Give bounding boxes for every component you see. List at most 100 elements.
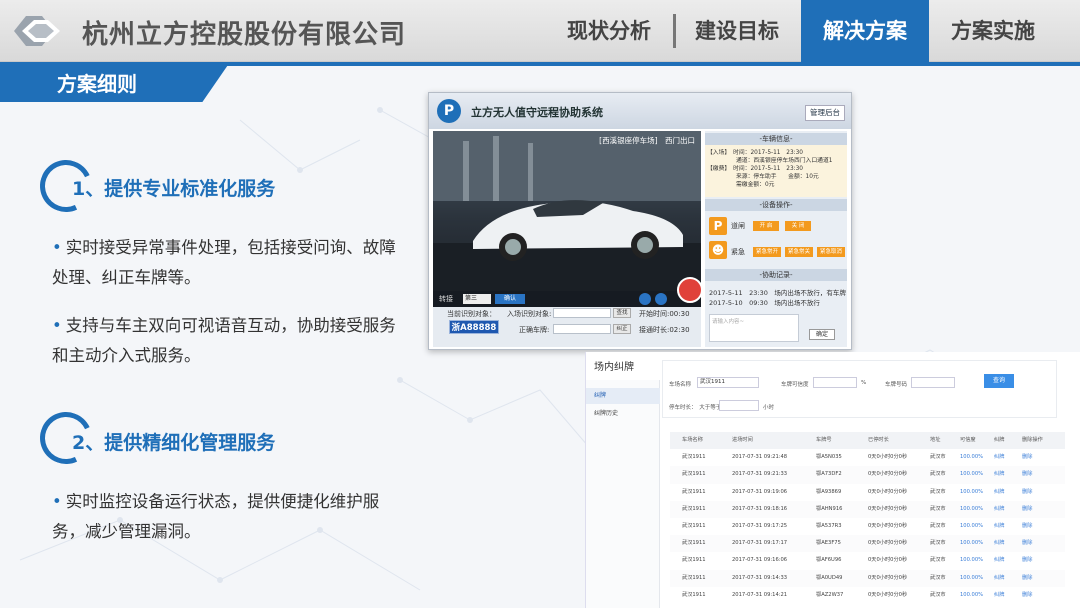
correct-link[interactable]: 纠牌 [994, 552, 1004, 569]
delete-link[interactable]: 删除 [1022, 587, 1032, 604]
hangup-phone-icon[interactable] [677, 277, 703, 303]
correct-plate-input[interactable] [553, 324, 611, 334]
note-submit-button[interactable]: 确定 [809, 329, 835, 340]
similarity-label: 车牌可信度 [781, 382, 809, 388]
correct-link[interactable]: 纠牌 [994, 587, 1004, 604]
section-2-bullet-1: • 实时监控设备运行状态，提供便捷化维护服务，减少管理漏洞。 [52, 492, 380, 541]
table-column-header: 已停时长 [868, 437, 889, 443]
note-textarea[interactable]: 请输入内容~ [709, 314, 799, 342]
table-cell: 武汉1911 [682, 454, 706, 461]
table-cell: 0天0小时0分0秒 [868, 454, 908, 461]
nav-tab-construction-goals[interactable]: 建设目标 [673, 0, 801, 62]
table-row: 武汉1911 2017-07-31 09:16:06 鄂AF6U96 0天0小时0分0… [670, 552, 1065, 569]
filter-panel: 车场名称 武汉1911 车牌可信度 % 车牌号码 停车时长： 大于等于 小时 [662, 360, 1057, 418]
start-time: 开始时间:00:30 [639, 310, 690, 318]
table-cell: 0天0小时0分0秒 [868, 557, 908, 564]
correct-link[interactable]: 纠牌 [994, 570, 1004, 587]
correct-link[interactable]: 纠牌 [994, 484, 1004, 501]
sidebar-item-history[interactable]: 纠牌历史 [594, 408, 618, 417]
table-cell: 2017-07-31 09:17:25 [732, 523, 788, 529]
transfer-select[interactable]: 第三 [463, 294, 491, 304]
lot-name-label: 车场名称 [669, 382, 692, 388]
percent-unit: % [861, 380, 867, 386]
plate-correction-title: 场内纠牌 [594, 362, 634, 373]
table-cell: 100.00% [960, 454, 984, 461]
correct-button[interactable]: 纠正 [613, 324, 631, 334]
correct-link[interactable]: 纠牌 [994, 518, 1004, 535]
stay-duration-input[interactable] [719, 400, 759, 411]
emergency-open-button[interactable]: 紧急常开 [753, 247, 781, 257]
hour-unit: 小时 [763, 405, 775, 411]
table-cell: 2017-07-31 09:14:21 [732, 591, 788, 598]
plate-number-input[interactable] [911, 377, 955, 388]
gate-close-button[interactable]: 关 闭 [785, 221, 811, 231]
table-header-row: 车场名称 进场时间 车牌号 已停时长 地址 可信度 纠牌 删除操作 [670, 432, 1065, 450]
vehicle-info-line: 需缴金额：0元 [707, 182, 775, 188]
table-column-header: 进场时间 [732, 437, 753, 443]
assist-log-item: 2017-5-11 23:30 场内出场不放行，有车牌 [709, 289, 846, 297]
table-cell: 0天0小时0分0秒 [868, 505, 908, 512]
table-cell: 武汉市 [930, 488, 946, 495]
vehicle-info-header: -车辆信息- [705, 133, 847, 145]
delete-link[interactable]: 删除 [1022, 570, 1032, 587]
table-cell: 2017-07-31 09:14:33 [732, 574, 788, 581]
table-cell: 2017-07-31 09:16:06 [732, 557, 788, 564]
table-cell: 鄂A73DF2 [816, 471, 842, 478]
table-cell: 武汉市 [930, 574, 946, 581]
top-nav: 现状分析 建设目标 解决方案 方案实施 [545, 0, 1057, 62]
filter-query-button[interactable]: 查询 [984, 374, 1014, 388]
delete-link[interactable]: 删除 [1022, 552, 1032, 569]
table-row: 武汉1911 2017-07-31 09:17:17 鄂AE3F75 0天0小时0分0… [670, 535, 1065, 553]
delete-link[interactable]: 删除 [1022, 501, 1032, 518]
table-cell: 2017-07-31 09:17:17 [732, 540, 788, 547]
query-button[interactable]: 查找 [613, 308, 631, 318]
assist-log-item: 2017-5-10 09:30 场内出场不放行 [709, 299, 820, 307]
correct-link[interactable]: 纠牌 [994, 466, 1004, 483]
section-title: 方案细则 [57, 72, 137, 96]
delete-link[interactable]: 删除 [1022, 518, 1032, 535]
table-cell: 0天0小时0分0秒 [868, 591, 908, 598]
company-name: 杭州立方控股股份有限公司 [82, 20, 407, 50]
table-cell: 鄂AF6U96 [816, 557, 842, 564]
table-cell: 武汉1911 [682, 505, 706, 512]
table-cell: 2017-07-31 09:18:16 [732, 505, 788, 512]
table-cell: 100.00% [960, 557, 984, 564]
table-cell: 100.00% [960, 574, 984, 581]
delete-link[interactable]: 删除 [1022, 449, 1032, 466]
emergency-label: 紧急 [731, 248, 745, 256]
correct-link[interactable]: 纠牌 [994, 535, 1004, 552]
table-cell: 0天0小时0分0秒 [868, 471, 908, 478]
table-cell: 武汉1911 [682, 471, 706, 478]
entry-plate-input[interactable] [553, 308, 611, 318]
delete-link[interactable]: 删除 [1022, 535, 1032, 552]
table-cell: 武汉1911 [682, 488, 706, 495]
camera-switch-icon[interactable] [639, 293, 651, 305]
table-cell: 武汉1911 [682, 523, 706, 529]
correct-link[interactable]: 纠牌 [994, 501, 1004, 518]
confirm-transfer-button[interactable]: 确认 [495, 294, 525, 304]
table-cell: 鄂A0UD49 [816, 574, 843, 581]
plate-correction-screenshot: 场内纠牌 纠牌 纠牌历史 车场名称 武汉1911 车牌可信度 % 车牌号码 停车… [585, 352, 1080, 608]
nav-tab-status-analysis[interactable]: 现状分析 [545, 0, 673, 62]
section-1-bullet-2: • 支持与车主双向可视语音互动，协助接受服务和主动介入式服务。 [52, 316, 396, 365]
connect-time: 接通时长:02:30 [639, 326, 690, 334]
gate-open-button[interactable]: 开 启 [753, 221, 779, 231]
lot-name-input[interactable]: 武汉1911 [697, 377, 759, 388]
current-plate-label: 当前识别对象： [447, 310, 496, 318]
device-operation-header: -设备操作- [705, 199, 847, 211]
emergency-close-button[interactable]: 紧急常关 [785, 247, 813, 257]
delete-link[interactable]: 删除 [1022, 466, 1032, 483]
admin-button[interactable]: 管理后台 [805, 105, 845, 121]
table-cell: 武汉市 [930, 540, 946, 547]
refresh-icon[interactable] [655, 293, 667, 305]
delete-link[interactable]: 删除 [1022, 484, 1032, 501]
correct-link[interactable]: 纠牌 [994, 449, 1004, 466]
similarity-from-input[interactable] [813, 377, 857, 388]
section-1-title: 1、提供专业标准化服务 [72, 178, 276, 200]
table-cell: 武汉市 [930, 591, 946, 598]
nav-tab-solution[interactable]: 解决方案 [801, 0, 929, 62]
sidebar-item-correct[interactable]: 纠牌 [586, 388, 660, 404]
plate-correction-sidebar: 纠牌 纠牌历史 [586, 380, 660, 608]
nav-tab-implementation[interactable]: 方案实施 [929, 0, 1057, 62]
emergency-cancel-button[interactable]: 紧急取消 [817, 247, 845, 257]
